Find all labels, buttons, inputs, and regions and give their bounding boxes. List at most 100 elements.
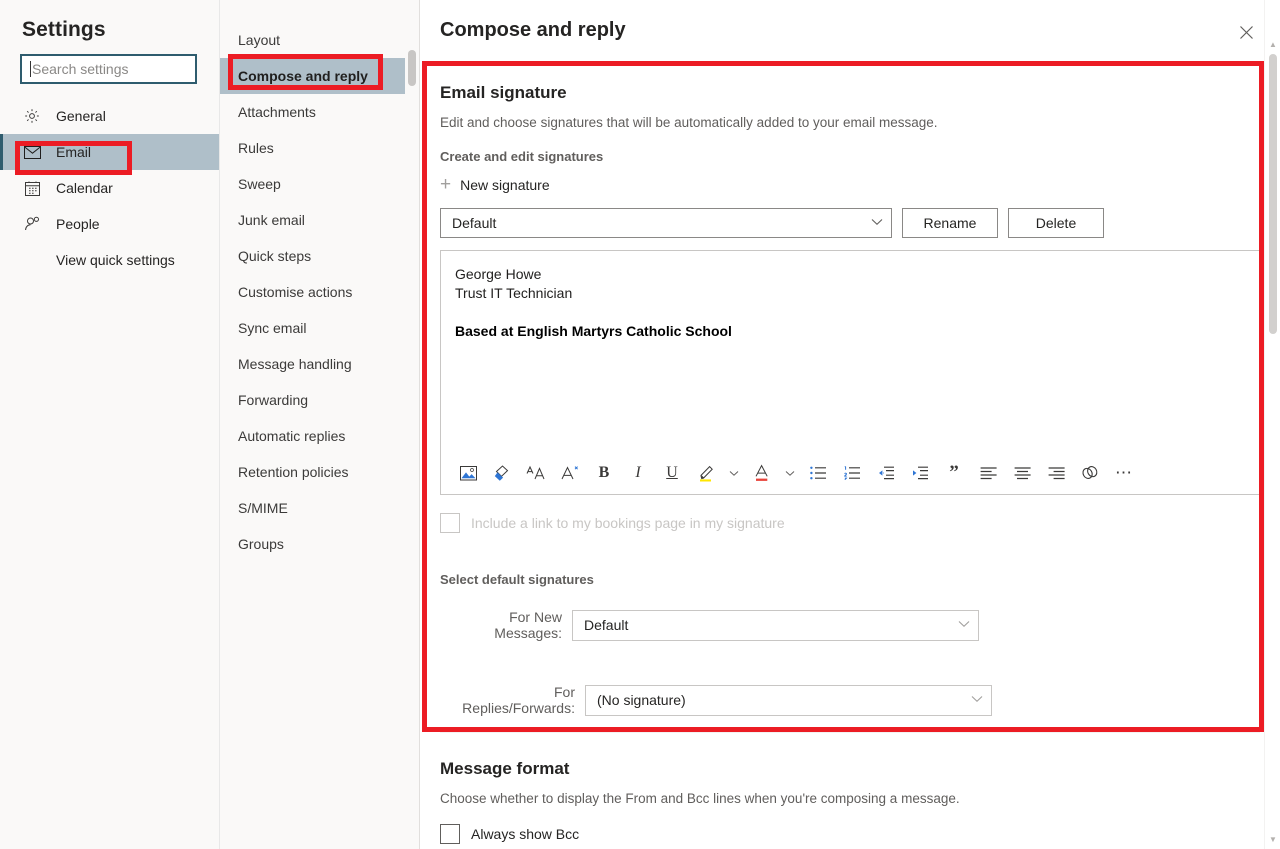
sidebar-item-label: Calendar — [56, 180, 113, 196]
midcol-scrollbar-thumb[interactable] — [408, 50, 416, 86]
nav-item-junk-email[interactable]: Junk email — [220, 202, 419, 238]
italic-glyph: I — [635, 464, 641, 481]
close-icon[interactable] — [1230, 16, 1262, 48]
sidebar-nav: General Email Calendar People View quick… — [0, 98, 219, 278]
sidebar-item-email[interactable]: Email — [0, 134, 219, 170]
nav-item-customise-actions[interactable]: Customise actions — [220, 274, 419, 310]
pane-title: Compose and reply — [440, 19, 626, 41]
nav-item-rules[interactable]: Rules — [220, 130, 419, 166]
nav-item-sync-email[interactable]: Sync email — [220, 310, 419, 346]
bookings-link-label: Include a link to my bookings page in my… — [471, 515, 785, 531]
replies-forwards-dropdown[interactable]: (No signature) — [585, 684, 992, 716]
midcol-scrollbar[interactable] — [405, 50, 419, 849]
signature-editor-content[interactable]: George Howe Trust IT Technician Based at… — [441, 251, 1259, 341]
compose-and-reply-pane: Compose and reply Email signature Edit a… — [420, 0, 1280, 849]
bookings-link-row: Include a link to my bookings page in my… — [440, 513, 1260, 533]
nav-item-compose-and-reply[interactable]: Compose and reply — [220, 58, 419, 94]
italic-icon[interactable]: I — [621, 458, 655, 488]
highlight-icon[interactable] — [689, 458, 723, 488]
format-painter-icon[interactable] — [485, 458, 519, 488]
nav-item-quick-steps[interactable]: Quick steps — [220, 238, 419, 274]
message-format-description: Choose whether to display the From and B… — [440, 791, 960, 806]
signature-editor[interactable]: George Howe Trust IT Technician Based at… — [440, 250, 1260, 495]
underline-glyph: U — [666, 464, 678, 481]
new-signature-label: New signature — [460, 176, 550, 193]
main-scrollbar-thumb[interactable] — [1269, 54, 1277, 334]
insert-picture-icon[interactable] — [451, 458, 485, 488]
more-options-icon[interactable]: ⋯ — [1107, 458, 1141, 488]
sidebar-item-people[interactable]: People — [0, 206, 219, 242]
ellipsis-glyph: ⋯ — [1115, 463, 1133, 482]
replies-forwards-value: (No signature) — [597, 692, 686, 708]
sidebar-item-general[interactable]: General — [0, 98, 219, 134]
font-color-chevron-down-icon[interactable] — [779, 458, 801, 488]
signature-select-dropdown[interactable]: Default — [440, 208, 892, 238]
sidebar-item-label: People — [56, 216, 100, 232]
always-show-bcc-label: Always show Bcc — [471, 826, 580, 842]
search-input[interactable]: Search settings — [20, 54, 197, 84]
nav-item-groups[interactable]: Groups — [220, 526, 419, 562]
bulleted-list-icon[interactable] — [801, 458, 835, 488]
nav-item-attachments[interactable]: Attachments — [220, 94, 419, 130]
pane-body: Email signature Edit and choose signatur… — [420, 61, 1280, 849]
sidebar-item-label: General — [56, 108, 106, 124]
gear-icon — [22, 106, 42, 126]
nav-item-automatic-replies[interactable]: Automatic replies — [220, 418, 419, 454]
align-right-icon[interactable] — [1039, 458, 1073, 488]
pane-header: Compose and reply — [420, 0, 1280, 61]
text-caret — [30, 61, 31, 77]
calendar-icon — [22, 178, 42, 198]
nav-item-forwarding[interactable]: Forwarding — [220, 382, 419, 418]
bookings-link-checkbox[interactable] — [440, 513, 460, 533]
replies-forwards-label: For Replies/Forwards: — [462, 684, 575, 716]
nav-item-sweep[interactable]: Sweep — [220, 166, 419, 202]
delete-signature-button[interactable]: Delete — [1008, 208, 1104, 238]
quote-icon[interactable]: ” — [937, 458, 971, 488]
nav-item-message-handling[interactable]: Message handling — [220, 346, 419, 382]
email-settings-nav: Layout Compose and reply Attachments Rul… — [220, 0, 420, 849]
scroll-up-icon[interactable]: ▲ — [1265, 36, 1280, 52]
insert-link-icon[interactable] — [1073, 458, 1107, 488]
view-quick-settings-link[interactable]: View quick settings — [0, 242, 219, 278]
decrease-indent-icon[interactable] — [869, 458, 903, 488]
nav-item-retention-policies[interactable]: Retention policies — [220, 454, 419, 490]
align-center-icon[interactable] — [1005, 458, 1039, 488]
bold-glyph: B — [598, 464, 610, 481]
underline-icon[interactable]: U — [655, 458, 689, 488]
signature-line-2: Trust IT Technician — [455, 285, 573, 301]
section-divider — [440, 732, 1260, 733]
nav-item-smime[interactable]: S/MIME — [220, 490, 419, 526]
chevron-down-icon — [971, 694, 983, 706]
increase-indent-icon[interactable] — [903, 458, 937, 488]
highlight-chevron-down-icon[interactable] — [723, 458, 745, 488]
align-left-icon[interactable] — [971, 458, 1005, 488]
numbered-list-icon[interactable] — [835, 458, 869, 488]
settings-sidebar: Settings Search settings General Email C… — [0, 0, 220, 849]
always-show-bcc-checkbox[interactable] — [440, 824, 460, 844]
scroll-down-icon[interactable]: ▼ — [1265, 831, 1280, 847]
new-signature-button[interactable]: + New signature — [440, 175, 550, 194]
message-format-heading: Message format — [440, 759, 570, 778]
signature-line-1: George Howe — [455, 266, 542, 282]
bold-icon[interactable]: B — [587, 458, 621, 488]
select-default-signatures-heading: Select default signatures — [440, 572, 594, 587]
main-scrollbar[interactable]: ▲ ▼ — [1264, 0, 1280, 849]
font-size-icon[interactable] — [519, 458, 553, 488]
search-placeholder: Search settings — [32, 61, 129, 77]
signature-line-3: Based at English Martyrs Catholic School — [455, 323, 732, 339]
chevron-down-icon — [958, 619, 970, 631]
email-signature-heading: Email signature — [440, 83, 567, 102]
sidebar-item-label: Email — [56, 144, 92, 160]
page-title: Settings — [22, 18, 106, 41]
new-messages-dropdown[interactable]: Default — [572, 609, 979, 641]
signature-select-value: Default — [452, 215, 497, 231]
chevron-down-icon — [871, 217, 883, 229]
nav-item-layout[interactable]: Layout — [220, 22, 419, 58]
envelope-icon — [22, 142, 42, 162]
create-edit-signatures-label: Create and edit signatures — [440, 149, 604, 164]
font-color-icon[interactable] — [745, 458, 779, 488]
rename-signature-button[interactable]: Rename — [902, 208, 998, 238]
always-show-bcc-row: Always show Bcc — [440, 824, 1260, 844]
clear-formatting-icon[interactable] — [553, 458, 587, 488]
sidebar-item-calendar[interactable]: Calendar — [0, 170, 219, 206]
